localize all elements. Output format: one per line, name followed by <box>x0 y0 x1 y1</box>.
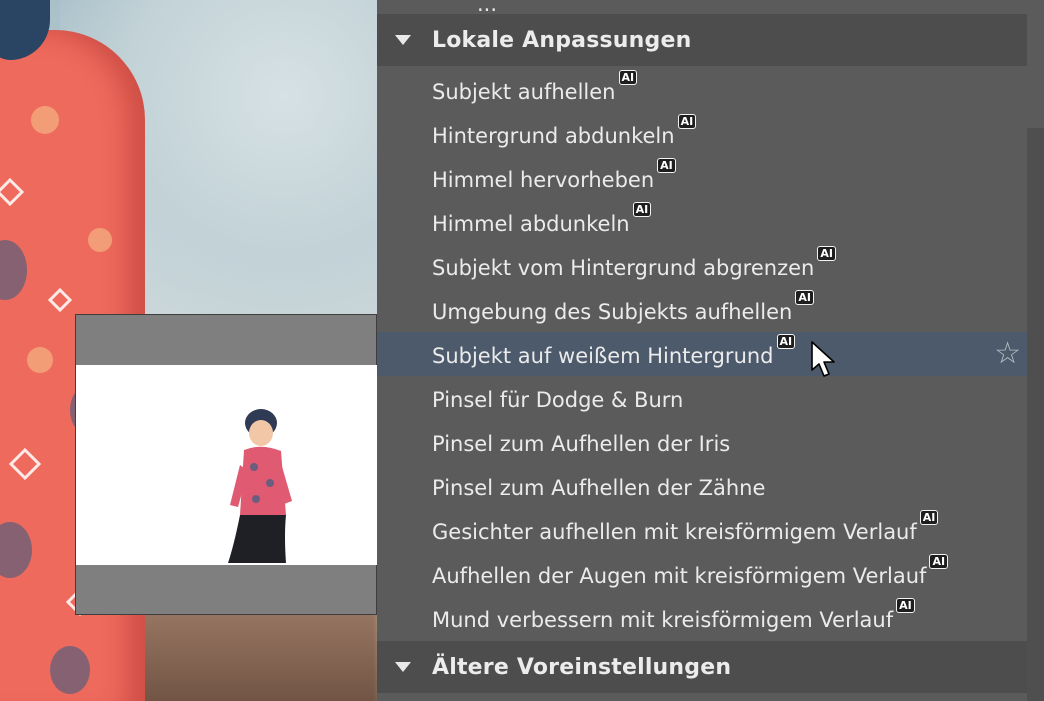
preset-item[interactable]: Himmel hervorheben AI <box>377 156 1027 200</box>
ai-badge-icon: AI <box>618 69 638 85</box>
ai-badge-icon: AI <box>657 157 676 173</box>
preset-label: Mund verbessern mit kreisförmigem Verlau… <box>432 608 894 632</box>
preview-image <box>76 365 377 565</box>
preset-label: Pinsel zum Aufhellen der Iris <box>432 432 731 456</box>
preset-item[interactable]: Pinsel zum Aufhellen der Iris <box>377 420 1027 464</box>
preset-item[interactable]: Subjekt auf weißem Hintergrund AI ☆ <box>377 332 1027 377</box>
preset-item[interactable]: Subjekt aufhellen AI <box>377 68 1027 112</box>
ai-badge-icon: AI <box>776 333 796 349</box>
ai-badge-icon: AI <box>795 289 814 305</box>
preset-item[interactable]: Aufhellen der Augen mit kreisförmigem Ve… <box>377 552 1027 596</box>
preset-list: Subjekt aufhellen AI Hintergrund abdunkeln… <box>377 68 1027 640</box>
preview-subject <box>228 409 292 563</box>
favorite-star-icon[interactable]: ☆ <box>994 336 1021 371</box>
mouse-pointer-icon <box>811 341 835 377</box>
presets-panel: ... Lokale Anpassungen Subjekt aufhellen… <box>377 0 1044 701</box>
preset-label: Aufhellen der Augen mit kreisförmigem Ve… <box>432 564 927 588</box>
ai-badge-icon: AI <box>919 509 939 525</box>
preset-label: Himmel abdunkeln <box>432 212 630 236</box>
preset-label: Subjekt vom Hintergrund abgrenzen <box>432 256 815 280</box>
preset-item[interactable]: Gesichter aufhellen mit kreisförmigem Ve… <box>377 508 1027 552</box>
preset-label: Subjekt auf weißem Hintergrund <box>432 344 774 368</box>
preset-label: Gesichter aufhellen mit kreisförmigem Ve… <box>432 520 917 544</box>
preset-item[interactable]: Himmel abdunkeln AI <box>377 200 1027 244</box>
preset-item[interactable]: Hintergrund abdunkeln AI <box>377 112 1027 156</box>
expand-triangle-icon <box>395 662 411 672</box>
preset-label: Hintergrund abdunkeln <box>432 124 675 148</box>
preset-preview-window <box>75 314 377 615</box>
ai-badge-icon: AI <box>896 597 915 613</box>
preset-label: Subjekt aufhellen <box>432 80 616 104</box>
scrollbar-track[interactable] <box>1027 128 1044 701</box>
preset-label: Pinsel zum Aufhellen der Zähne <box>432 476 766 500</box>
preset-item[interactable]: Mund verbessern mit kreisförmigem Verlau… <box>377 596 1027 640</box>
preset-item[interactable]: Pinsel für Dodge & Burn <box>377 376 1027 420</box>
preset-label: Himmel hervorheben <box>432 168 655 192</box>
preset-label: Umgebung des Subjekts aufhellen <box>432 300 793 324</box>
preset-item[interactable]: Subjekt vom Hintergrund abgrenzen AI <box>377 244 1027 288</box>
ai-badge-icon: AI <box>677 113 697 129</box>
ai-badge-icon: AI <box>929 553 949 569</box>
app-window: ... Lokale Anpassungen Subjekt aufhellen… <box>0 0 1044 701</box>
section-title: Ältere Voreinstellungen <box>432 654 732 680</box>
section-title: Lokale Anpassungen <box>432 27 692 53</box>
ai-badge-icon: AI <box>632 201 652 217</box>
preset-item[interactable]: Umgebung des Subjekts aufhellen AI <box>377 288 1027 332</box>
preset-item[interactable]: Pinsel zum Aufhellen der Zähne <box>377 464 1027 508</box>
previous-section-remnant: ... <box>377 0 1027 16</box>
preset-label: Pinsel für Dodge & Burn <box>432 388 684 412</box>
section-header-lokale-anpassungen[interactable]: Lokale Anpassungen <box>377 14 1027 66</box>
ai-badge-icon: AI <box>817 245 836 261</box>
expand-triangle-icon <box>395 35 411 45</box>
section-header-aeltere-voreinstellungen[interactable]: Ältere Voreinstellungen <box>377 641 1027 693</box>
